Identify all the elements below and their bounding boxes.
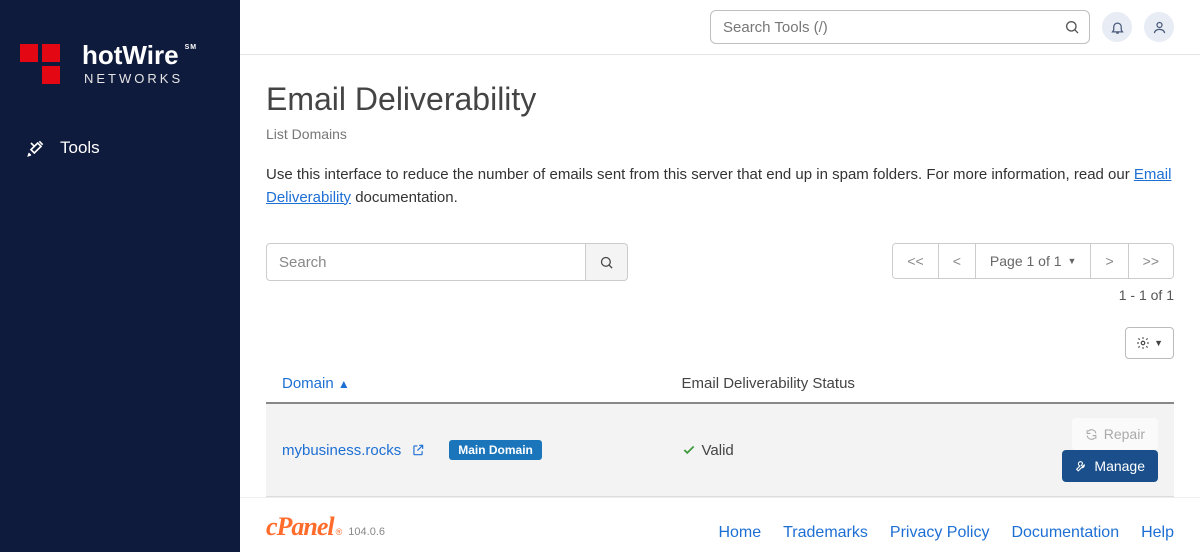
footer-link-docs[interactable]: Documentation (1011, 524, 1119, 542)
notifications-button[interactable] (1102, 12, 1132, 42)
sidebar-item-label: Tools (60, 138, 100, 158)
cpanel-logo: cPanel® 104.0.6 (266, 512, 385, 542)
page-description: Use this interface to reduce the number … (266, 164, 1174, 209)
pager-page-select[interactable]: Page 1 of 1▼ (976, 244, 1092, 278)
pager-next[interactable]: > (1091, 244, 1128, 278)
footer-links: Home Trademarks Privacy Policy Documenta… (718, 524, 1174, 542)
user-icon (1152, 20, 1167, 35)
version-label: 104.0.6 (348, 526, 385, 538)
domain-link[interactable]: mybusiness.rocks (282, 442, 401, 459)
page-subtitle: List Domains (266, 126, 1174, 142)
sort-asc-icon: ▲ (338, 377, 350, 391)
footer-link-trademarks[interactable]: Trademarks (783, 524, 868, 542)
repair-button: Repair (1072, 418, 1158, 450)
brand-logo: hotWire SM NETWORKS (0, 40, 240, 126)
col-domain[interactable]: Domain ▲ (266, 365, 666, 403)
wrench-icon (1075, 460, 1088, 473)
content: Email Deliverability List Domains Use th… (240, 55, 1200, 497)
col-status: Email Deliverability Status (666, 365, 957, 403)
pager-first[interactable]: << (893, 244, 938, 278)
sidebar: hotWire SM NETWORKS Tools (0, 0, 240, 552)
refresh-icon (1085, 428, 1098, 441)
domain-table: Domain ▲ Email Deliverability Status myb… (266, 365, 1174, 497)
result-count: 1 - 1 of 1 (892, 287, 1174, 303)
gear-icon (1136, 336, 1150, 350)
domain-search (266, 243, 628, 281)
bell-icon (1110, 20, 1125, 35)
main-area: Email Deliverability List Domains Use th… (240, 0, 1200, 552)
search-icon (1064, 19, 1080, 35)
check-icon (682, 443, 696, 457)
search-icon (599, 255, 614, 270)
page-title: Email Deliverability (266, 81, 1174, 118)
logo-icon (20, 40, 74, 86)
global-search-input[interactable] (710, 10, 1090, 44)
caret-down-icon: ▼ (1154, 338, 1163, 348)
domain-search-input[interactable] (266, 243, 586, 281)
main-domain-badge: Main Domain (449, 440, 542, 460)
status-value: Valid (682, 442, 941, 459)
table-settings-button[interactable]: ▼ (1125, 327, 1174, 359)
footer: cPanel® 104.0.6 Home Trademarks Privacy … (240, 497, 1200, 552)
footer-link-help[interactable]: Help (1141, 524, 1174, 542)
pagination: << < Page 1 of 1▼ > >> (892, 243, 1174, 279)
account-button[interactable] (1144, 12, 1174, 42)
logo-text: hotWire SM (82, 42, 183, 68)
external-link-icon[interactable] (411, 443, 425, 457)
pager-prev[interactable]: < (939, 244, 976, 278)
footer-link-privacy[interactable]: Privacy Policy (890, 524, 990, 542)
pager-last[interactable]: >> (1129, 244, 1173, 278)
table-row: mybusiness.rocks Main Domain (266, 403, 1174, 497)
domain-search-button[interactable] (586, 243, 628, 281)
footer-link-home[interactable]: Home (718, 524, 761, 542)
caret-down-icon: ▼ (1068, 256, 1077, 266)
topbar (240, 0, 1200, 55)
sidebar-item-tools[interactable]: Tools (0, 126, 240, 170)
manage-button[interactable]: Manage (1062, 450, 1158, 482)
logo-subtext: NETWORKS (82, 72, 183, 85)
tools-icon (26, 138, 46, 158)
